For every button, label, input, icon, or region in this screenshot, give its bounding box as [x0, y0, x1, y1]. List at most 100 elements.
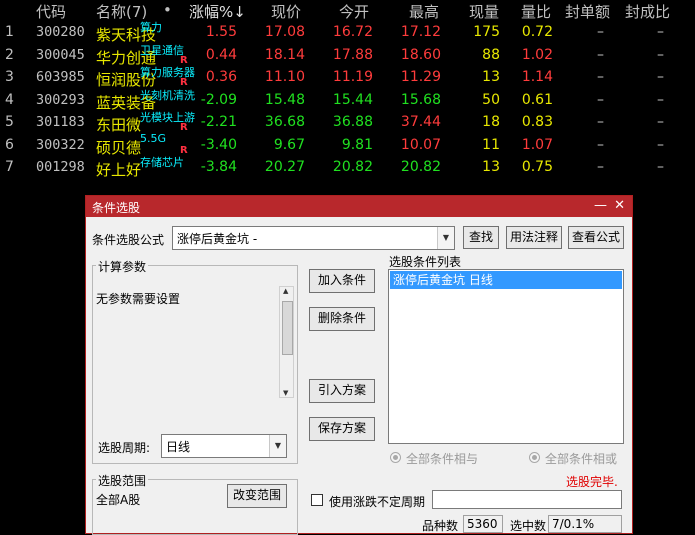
- table-row[interactable]: 4 300293 蓝英装备 光刻机清洗 -2.09 15.48 15.44 15.68 50 0.…: [0, 89, 695, 113]
- cell-price: 36.68: [264, 114, 305, 130]
- period-select[interactable]: 日线 ▼: [161, 434, 287, 458]
- chevron-down-icon[interactable]: ▼: [269, 435, 286, 457]
- cell-chg: 0.44: [205, 46, 237, 63]
- dialog-title-bar[interactable]: 条件选股 — ✕: [86, 196, 632, 217]
- cell-seal-ratio: –: [657, 91, 664, 108]
- cell-chg: -3.40: [200, 136, 237, 153]
- import-scheme-button[interactable]: 引入方案: [309, 379, 375, 403]
- col-change-sorted[interactable]: 涨幅%↓: [189, 1, 246, 22]
- cell-vol: 175: [473, 24, 500, 40]
- formula-value: 涨停后黄金坑 -: [177, 232, 258, 246]
- chevron-down-icon[interactable]: ▼: [437, 227, 454, 249]
- scroll-up-icon[interactable]: ▲: [283, 287, 288, 295]
- cell-ratio: 0.75: [521, 159, 553, 175]
- stock-name: 好上好: [96, 161, 142, 179]
- status-done: 选股完毕.: [566, 475, 618, 489]
- stock-screener-dialog: 条件选股 — ✕ 条件选股公式 涨停后黄金坑 - ▼ 查找 用法注释 查看公式 …: [85, 195, 633, 535]
- cell-seal-amount: –: [597, 91, 604, 108]
- calc-params-label: 计算参数: [96, 258, 149, 275]
- table-row[interactable]: 3 603985 恒润股份 算力服务器 R 0.36 11.10 11.19 11.29 13 1.…: [0, 66, 695, 90]
- find-button[interactable]: 查找: [463, 226, 499, 249]
- stock-code: 603985: [36, 69, 85, 85]
- table-row[interactable]: 2 300045 华力创通 卫星通信 R 0.44 18.14 17.88 18.60 88 1.0…: [0, 44, 695, 68]
- cell-ratio: 0.61: [521, 91, 553, 108]
- scroll-thumb[interactable]: [282, 301, 293, 355]
- stock-code: 300322: [36, 136, 85, 153]
- condition-list-label: 选股条件列表: [389, 255, 462, 269]
- table-row[interactable]: 6 300322 硕贝德 5.5G R -3.40 9.67 9.81 10.07 11 1.07–…: [0, 131, 695, 158]
- col-open[interactable]: 今开: [339, 1, 369, 22]
- concept-tag: 算力: [140, 21, 162, 34]
- stock-code: 300293: [36, 91, 85, 108]
- col-seal-ratio[interactable]: 封成比: [625, 1, 670, 22]
- usage-notes-button[interactable]: 用法注释: [506, 226, 562, 249]
- save-scheme-button[interactable]: 保存方案: [309, 417, 375, 441]
- view-formula-button[interactable]: 查看公式: [568, 226, 624, 249]
- params-scrollbar[interactable]: ▲ ▼: [279, 286, 294, 398]
- col-volume[interactable]: 现量: [469, 1, 499, 22]
- condition-list-item[interactable]: 涨停后黄金坑 日线: [390, 271, 622, 289]
- or-radio[interactable]: [529, 452, 540, 463]
- row-index: 6: [5, 136, 14, 153]
- cell-price: 20.27: [264, 159, 305, 175]
- range-label: 选股范围: [96, 472, 149, 489]
- cell-vol: 88: [482, 46, 500, 63]
- range-value: 全部A股: [96, 493, 141, 507]
- formula-label: 条件选股公式: [92, 233, 165, 247]
- cell-price: 15.48: [264, 91, 305, 108]
- minimize-icon[interactable]: —: [594, 198, 607, 213]
- delete-condition-button[interactable]: 删除条件: [309, 307, 375, 331]
- cell-seal-amount: –: [597, 46, 604, 63]
- count-value: 5360: [463, 515, 503, 533]
- col-seal-amount[interactable]: 封单额: [565, 1, 610, 22]
- cell-chg: 0.36: [205, 69, 237, 85]
- cell-price: 11.10: [264, 69, 305, 85]
- cell-open: 11.19: [332, 69, 373, 85]
- and-radio[interactable]: [390, 452, 401, 463]
- period-value: 日线: [166, 440, 191, 454]
- stock-code: 301183: [36, 114, 85, 130]
- cell-open: 36.88: [332, 114, 373, 130]
- cell-high: 11.29: [400, 69, 441, 85]
- cell-vol: 50: [482, 91, 500, 108]
- add-condition-button[interactable]: 加入条件: [309, 269, 375, 293]
- col-vol-ratio[interactable]: 量比: [521, 1, 551, 22]
- cell-seal-amount: –: [597, 114, 604, 130]
- row-index: 7: [5, 159, 14, 175]
- concept-tag: 5.5G: [140, 131, 167, 145]
- cell-vol: 13: [482, 69, 500, 85]
- cell-price: 17.08: [264, 24, 305, 40]
- stock-code: 300280: [36, 24, 85, 40]
- formula-select[interactable]: 涨停后黄金坑 - ▼: [172, 226, 455, 250]
- period-label: 选股周期:: [98, 441, 151, 455]
- cell-ratio: 1.14: [521, 69, 553, 85]
- condition-listbox[interactable]: 涨停后黄金坑 日线: [388, 269, 624, 444]
- col-high[interactable]: 最高: [409, 1, 439, 22]
- table-row[interactable]: 5 301183 东田微 光模块上游 R -2.21 36.68 36.88 37.44 18 0.…: [0, 111, 695, 135]
- selected-value: 7/0.1%: [548, 515, 622, 533]
- undetermined-period-checkbox[interactable]: [311, 494, 323, 506]
- cell-open: 20.82: [332, 159, 373, 175]
- cell-seal-amount: –: [597, 69, 604, 85]
- cell-vol: 13: [482, 159, 500, 175]
- cell-seal-amount: –: [597, 136, 604, 153]
- table-row[interactable]: 1 300280 紫天科技 算力 1.55 17.08 16.72 17.12 175 0.72–…: [0, 21, 695, 45]
- row-index: 3: [5, 69, 14, 85]
- row-index: 5: [5, 114, 14, 130]
- cell-seal-ratio: –: [657, 159, 664, 175]
- cell-ratio: 0.72: [521, 24, 553, 40]
- row-index: 2: [5, 46, 14, 63]
- quote-table-header: 代码 名称(7) • 涨幅%↓ 现价 今开 最高 现量 量比 封单额 封成比: [0, 0, 695, 22]
- cell-seal-ratio: –: [657, 136, 664, 153]
- scroll-down-icon[interactable]: ▼: [283, 389, 288, 397]
- close-icon[interactable]: ✕: [614, 198, 625, 213]
- cell-price: 18.14: [264, 46, 305, 63]
- undetermined-period-input[interactable]: [432, 490, 622, 509]
- cell-high: 17.12: [400, 24, 441, 40]
- col-code[interactable]: 代码: [36, 1, 66, 22]
- and-label: 全部条件相与: [406, 452, 479, 466]
- change-range-button[interactable]: 改变范围: [227, 484, 287, 508]
- cell-open: 17.88: [332, 46, 373, 63]
- col-price[interactable]: 现价: [271, 1, 301, 22]
- table-row[interactable]: 7 001298 好上好 存储芯片 -3.84 20.27 20.82 20.82 13 0.75…: [0, 156, 695, 180]
